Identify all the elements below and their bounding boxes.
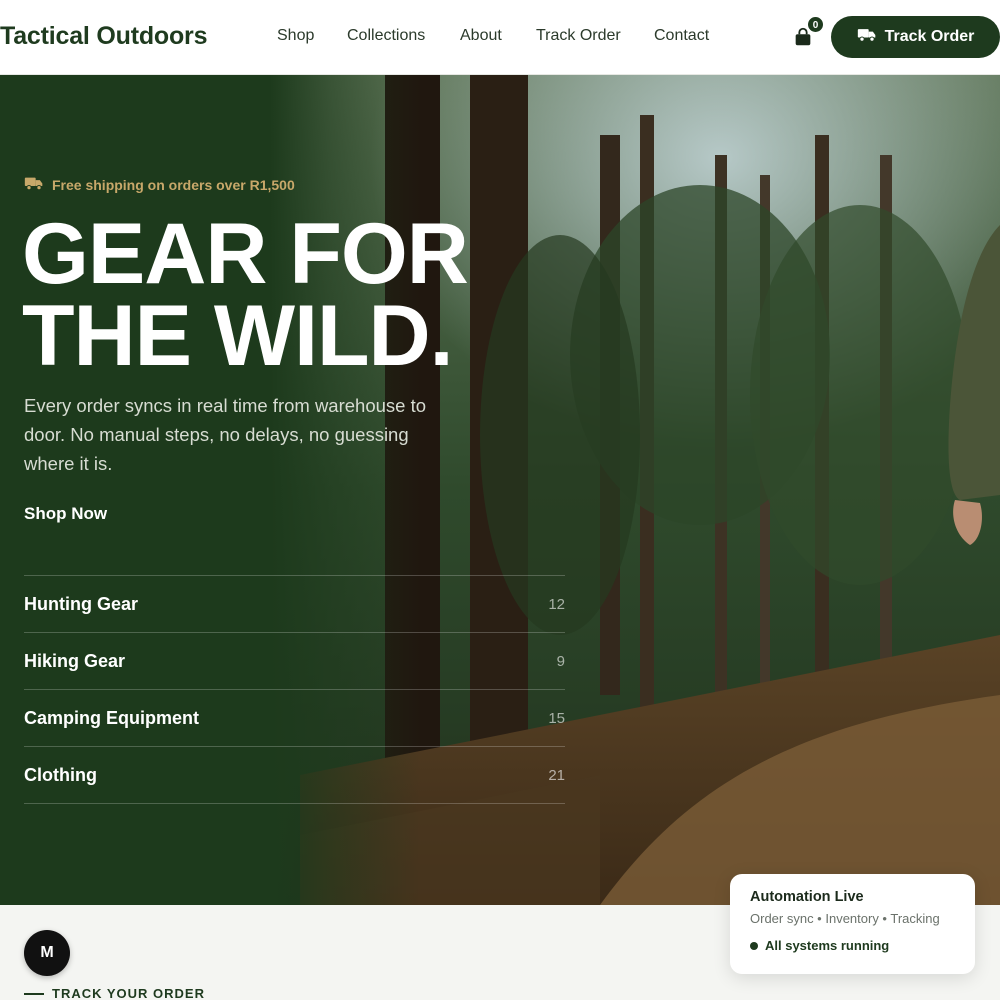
cart-count-badge: 0 — [807, 16, 824, 33]
category-row-camping-equipment[interactable]: Camping Equipment 15 — [24, 690, 565, 747]
hero-headline: GEAR FOR THE WILD. — [22, 206, 469, 384]
status-indicator: All systems running — [750, 938, 955, 953]
nav-link-collections[interactable]: Collections — [347, 27, 425, 45]
automation-status-card: Automation Live Order sync • Inventory •… — [730, 874, 975, 974]
user-avatar[interactable]: M — [24, 930, 70, 976]
hero-headline-line-2: THE WILD. — [22, 288, 453, 384]
free-shipping-text: Free shipping on orders over R1,500 — [52, 177, 295, 193]
track-order-button[interactable]: Track Order — [831, 16, 1000, 58]
nav-link-shop[interactable]: Shop — [277, 27, 314, 45]
nav-link-about[interactable]: About — [460, 27, 502, 45]
status-dot-icon — [750, 941, 758, 950]
category-list: Hunting Gear 12 Hiking Gear 9 Camping Eq… — [24, 575, 565, 804]
hero-section: Free shipping on orders over R1,500 GEAR… — [0, 75, 1000, 905]
free-shipping-promo: Free shipping on orders over R1,500 — [24, 176, 295, 194]
nav-link-track-order[interactable]: Track Order — [536, 27, 621, 45]
category-count: 12 — [548, 595, 565, 613]
shop-now-link[interactable]: Shop Now — [24, 504, 107, 524]
category-name: Hunting Gear — [24, 593, 139, 614]
track-order-button-label: Track Order — [884, 28, 975, 45]
category-count: 15 — [548, 709, 565, 727]
track-order-section-heading: TRACK YOUR ORDER — [24, 986, 205, 1000]
nav-link-contact[interactable]: Contact — [654, 27, 709, 45]
hero-headline-line-1: GEAR FOR — [22, 206, 469, 302]
top-navigation: Tactical Outdoors Shop Collections About… — [0, 0, 1000, 75]
status-state-text: All systems running — [765, 938, 890, 953]
category-name: Hiking Gear — [24, 650, 126, 671]
category-row-hiking-gear[interactable]: Hiking Gear 9 — [24, 633, 565, 690]
brand-logo[interactable]: Tactical Outdoors — [0, 22, 207, 51]
category-count: 9 — [556, 652, 565, 670]
status-card-title: Automation Live — [750, 889, 864, 905]
category-count: 21 — [548, 766, 565, 784]
heading-dash — [24, 992, 44, 995]
category-row-hunting-gear[interactable]: Hunting Gear 12 — [24, 576, 565, 633]
track-order-section-heading-text: TRACK YOUR ORDER — [52, 986, 205, 1000]
category-row-clothing[interactable]: Clothing 21 — [24, 747, 565, 804]
category-name: Camping Equipment — [24, 707, 199, 728]
truck-icon — [857, 27, 877, 48]
status-card-subtitle: Order sync • Inventory • Tracking — [750, 911, 940, 926]
hero-subtext: Every order syncs in real time from ware… — [24, 395, 427, 474]
truck-icon — [24, 176, 44, 194]
category-name: Clothing — [24, 764, 97, 785]
